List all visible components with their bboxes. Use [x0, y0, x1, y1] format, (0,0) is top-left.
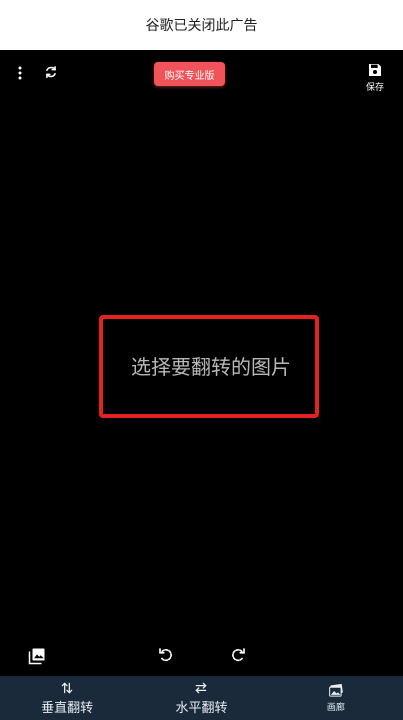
image-icon[interactable]: [27, 646, 47, 666]
select-image-placeholder[interactable]: 选择要翻转的图片: [99, 315, 319, 418]
nav-gallery[interactable]: 画廊: [269, 676, 403, 720]
horizontal-arrows-icon: [195, 682, 208, 693]
save-label: 保存: [365, 83, 384, 93]
rotate-ccw-icon[interactable]: [156, 645, 176, 665]
select-image-text: 选择要翻转的图片: [131, 354, 291, 379]
gallery-icon: [328, 683, 343, 697]
nav-vertical-flip-label: 垂直翻转: [41, 700, 94, 716]
ad-banner-text: 谷歌已关闭此广告: [145, 18, 258, 34]
nav-horizontal-flip[interactable]: 水平翻转: [134, 676, 268, 720]
ad-banner: 谷歌已关闭此广告: [0, 0, 403, 50]
buy-pro-label: 购买专业版: [164, 70, 215, 82]
rotate-cw-icon[interactable]: [228, 645, 248, 665]
nav-gallery-label: 画廊: [326, 702, 345, 713]
buy-pro-button[interactable]: 购买专业版: [154, 62, 225, 86]
refresh-icon[interactable]: [42, 63, 60, 81]
floppy-disk-icon: [369, 64, 381, 76]
more-vertical-icon[interactable]: [12, 64, 28, 82]
save-button[interactable]: 保存: [361, 62, 389, 94]
nav-horizontal-flip-label: 水平翻转: [175, 700, 228, 716]
nav-vertical-flip[interactable]: 垂直翻转: [0, 676, 134, 720]
bottom-nav: 垂直翻转 水平翻转 画廊: [0, 676, 403, 720]
vertical-arrows-icon: [61, 681, 73, 694]
